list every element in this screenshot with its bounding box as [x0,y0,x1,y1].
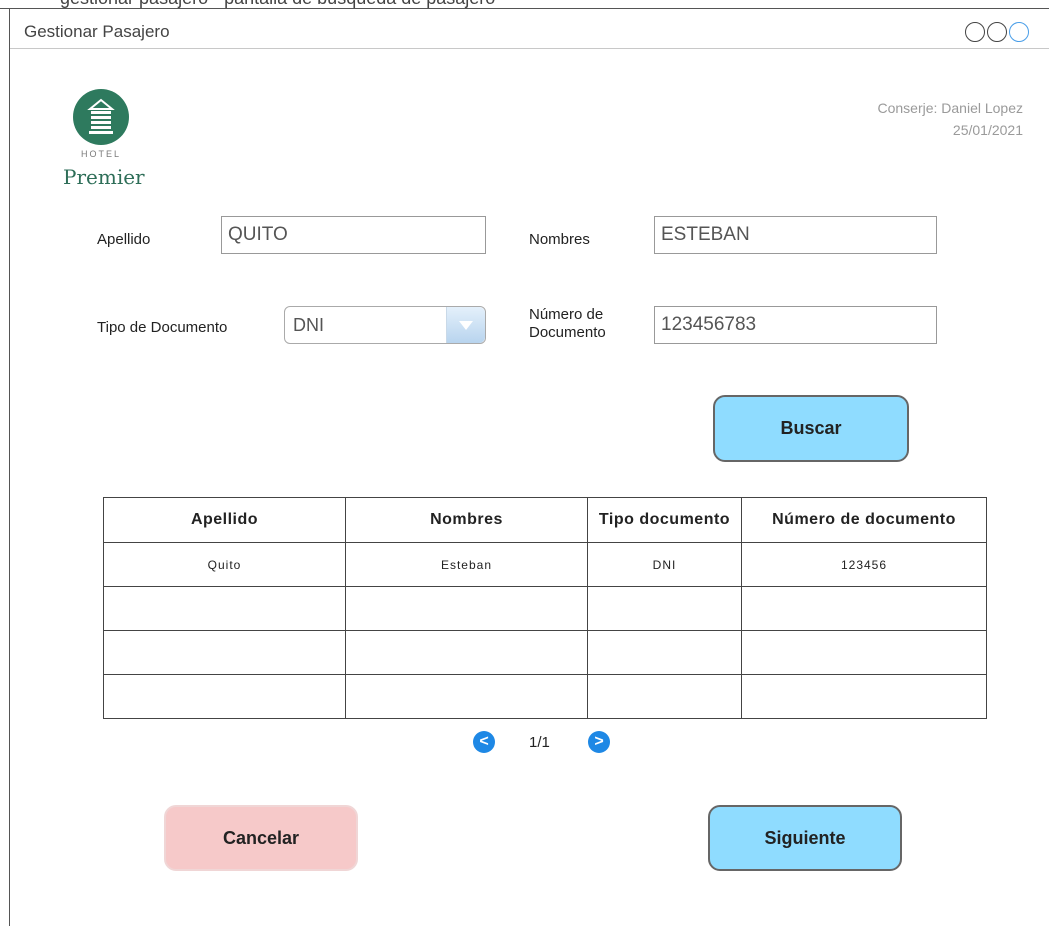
hotel-logo-icon [73,89,129,145]
table-cell: 123456 [741,542,987,587]
table-cell: Esteban [345,542,588,587]
title-bar: Gestionar Pasajero [10,9,1049,49]
table-cell [103,674,346,719]
window-button-maximize[interactable] [987,22,1007,42]
window-title: Gestionar Pasajero [24,22,170,41]
table-header-row: Apellido Nombres Tipo documento Número d… [103,497,987,543]
column-header-numero-documento[interactable]: Número de documento [741,497,987,543]
nombres-label: Nombres [529,231,590,248]
table-cell [345,674,588,719]
results-table: Apellido Nombres Tipo documento Número d… [103,497,987,719]
window-button-close[interactable] [1009,22,1029,42]
siguiente-button[interactable]: Siguiente [708,805,902,871]
hotel-logo: HOTEL Premier [63,89,159,193]
apellido-label: Apellido [97,231,151,248]
apellido-input[interactable] [221,216,486,254]
table-cell [345,586,588,631]
table-cell [741,674,987,719]
numero-documento-label-line2: Documento [529,324,606,341]
window-button-minimize[interactable] [965,22,985,42]
table-row[interactable] [103,586,987,631]
tipo-documento-label: Tipo de Documento [97,319,228,336]
table-row[interactable] [103,674,987,719]
table-cell: DNI [587,542,742,587]
table-row[interactable] [103,630,987,675]
cancelar-button[interactable]: Cancelar [164,805,358,871]
nombres-input[interactable] [654,216,937,254]
table-cell [741,586,987,631]
tipo-documento-value: DNI [293,315,324,335]
column-header-apellido[interactable]: Apellido [103,497,346,543]
column-header-nombres[interactable]: Nombres [345,497,588,543]
session-info: Conserje: Daniel Lopez 25/01/2021 [877,97,1023,141]
logo-hotel-text: HOTEL [80,149,121,159]
table-cell [345,630,588,675]
current-date: 25/01/2021 [952,122,1023,138]
numero-documento-label-line1: Número de [529,306,604,323]
buscar-button[interactable]: Buscar [713,395,909,462]
logo-brand-name: Premier [63,165,145,189]
table-cell [587,630,742,675]
table-cell [103,630,346,675]
page-indicator: 1/1 [529,734,550,751]
numero-documento-label: Número de Documento [529,306,606,342]
table-cell: Quito [103,542,346,587]
table-cell [741,630,987,675]
table-cell [587,674,742,719]
concierge-name: Conserje: Daniel Lopez [877,100,1023,116]
dropdown-arrow-icon[interactable] [446,307,485,343]
numero-documento-input[interactable] [654,306,937,344]
prev-page-icon[interactable]: < [473,731,495,753]
tipo-documento-select[interactable]: DNI [284,306,486,344]
column-header-tipo-documento[interactable]: Tipo documento [587,497,742,543]
next-page-icon[interactable]: > [588,731,610,753]
table-row[interactable]: Quito Esteban DNI 123456 [103,542,987,587]
table-cell [103,586,346,631]
app-window: Gestionar Pasajero HOTEL Premier Conserj… [9,8,1049,926]
table-cell [587,586,742,631]
